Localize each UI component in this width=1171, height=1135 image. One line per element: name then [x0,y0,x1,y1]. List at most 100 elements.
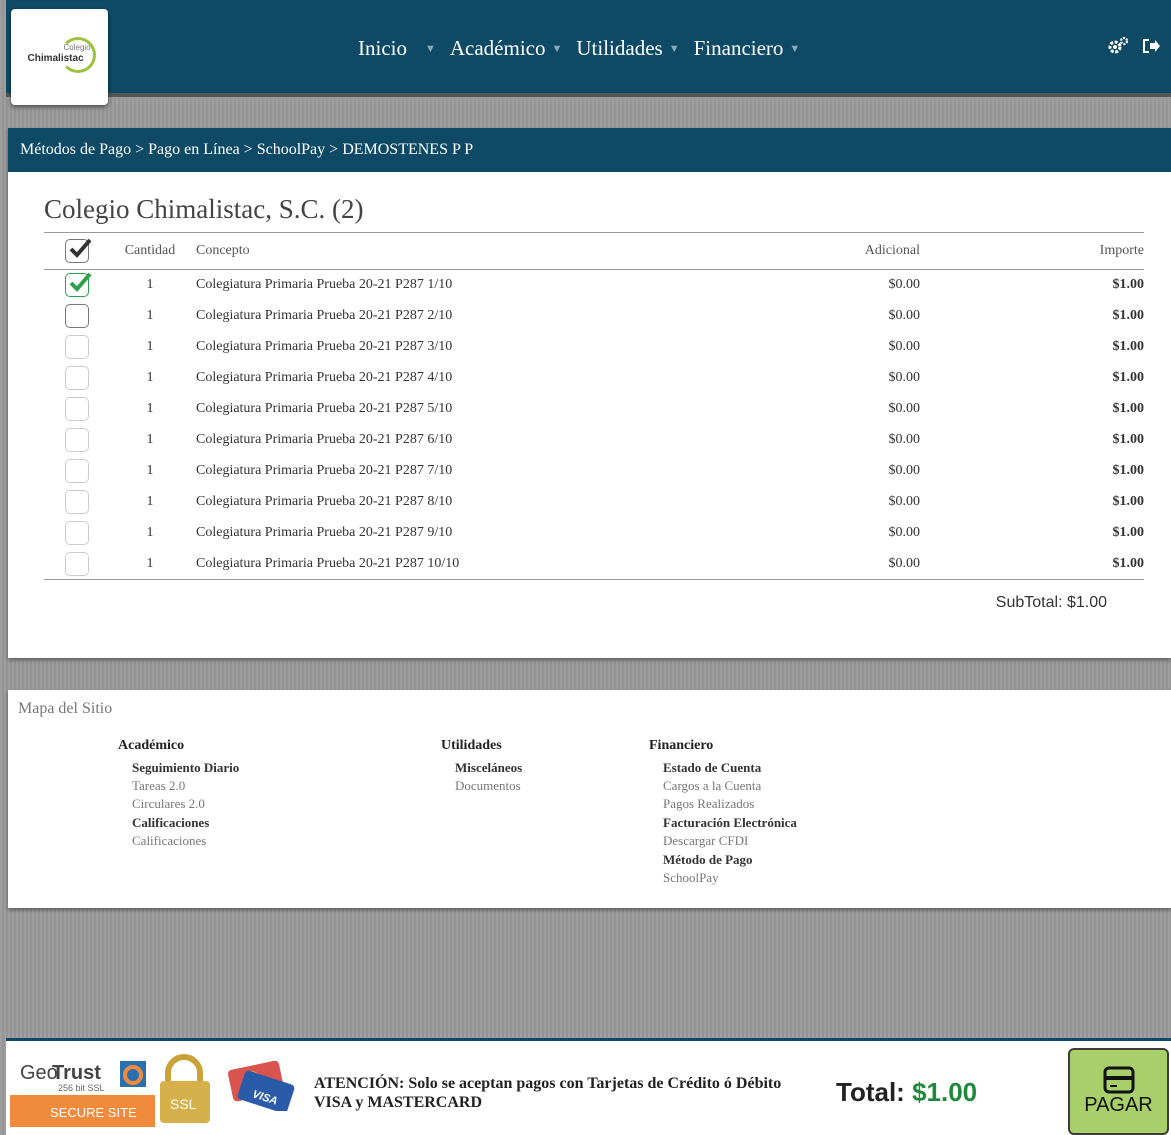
pay-button[interactable]: PAGAR [1068,1048,1169,1135]
logo-small-text: Colegio [63,43,91,52]
row-check-cell [44,518,110,549]
geotrust-badge: Geo Trust 256 bit SSL SECURE SITE SSL [10,1051,215,1129]
nav-academico[interactable]: Académico ▼ [450,36,563,61]
top-icons [1107,36,1161,56]
row-checkbox [65,366,89,390]
breadcrumb-item[interactable]: Métodos de Pago [20,141,131,159]
sitemap-heading: Utilidades [441,738,502,753]
table-row[interactable]: 1 Colegiatura Primaria Prueba 20-21 P287 … [44,456,1144,487]
nav-academico-label: Académico [449,36,546,60]
row-checkbox [65,551,89,576]
nav-financiero[interactable]: Financiero ▼ [694,36,801,61]
chevron-down-icon: ▼ [551,42,563,55]
subtotal: SubTotal: $1.00 [995,594,1107,611]
row-amount: $1.00 [1112,370,1145,385]
row-additional: $0.00 [888,308,921,323]
row-amount: $1.00 [1112,401,1145,416]
select-all-checkbox[interactable] [65,238,92,263]
sitemap-col-utilidades: Utilidades Misceláneos Documentos [441,736,522,795]
sitemap-link[interactable]: Descargar CFDI [649,832,797,850]
table-row[interactable]: 1 Colegiatura Primaria Prueba 20-21 P287 … [44,270,1144,301]
top-navbar: Inicio ▼ Académico ▼ Utilidades ▼ Financ… [6,0,1171,97]
row-checkbox [65,397,89,421]
row-additional: $0.00 [888,432,921,447]
breadcrumb-separator: > [135,141,145,158]
row-qty: 1 [146,370,154,385]
row-check-cell [44,487,110,518]
geotrust-trust: Trust [52,1062,101,1084]
table-row[interactable]: 1 Colegiatura Primaria Prueba 20-21 P287 … [44,394,1144,425]
chevron-down-icon: ▼ [789,42,801,55]
row-additional: $0.00 [888,277,921,293]
row-concept: Colegiatura Primaria Prueba 20-21 P287 2… [196,308,453,323]
sitemap-heading: Académico [118,738,185,753]
sitemap-link[interactable]: Calificaciones [118,832,239,850]
chevron-down-icon: ▼ [668,42,680,55]
breadcrumb-item: DEMOSTENES P P [342,141,474,158]
row-additional: $0.00 [774,548,924,580]
row-qty: 1 [146,494,154,509]
row-checkbox[interactable] [65,272,92,298]
breadcrumb-item[interactable]: SchoolPay [257,141,325,159]
sitemap-section: Seguimiento Diario [132,760,240,775]
row-amount: $1.00 [1112,277,1145,293]
sitemap-link[interactable]: Circulares 2.0 [118,795,239,813]
breadcrumb: Métodos de Pago > Pago en Línea > School… [8,128,1171,172]
header-cantidad: Cantidad [110,232,190,270]
table-row[interactable]: 1 Colegiatura Primaria Prueba 20-21 P287 … [44,487,1144,518]
sitemap-section: Método de Pago [663,852,753,867]
table-row[interactable]: 1 Colegiatura Primaria Prueba 20-21 P287 … [44,425,1144,456]
gears-icon[interactable] [1107,36,1129,56]
breadcrumb-item[interactable]: Pago en Línea [148,141,240,159]
row-qty: 1 [146,432,154,447]
site-map: Mapa del Sitio Académico Seguimiento Dia… [8,690,1171,908]
sitemap-col-academico: Académico Seguimiento Diario Tareas 2.0 … [118,736,239,850]
row-qty: 1 [146,401,154,416]
sitemap-col-financiero: Financiero Estado de Cuenta Cargos a la … [649,736,797,887]
table-row[interactable]: 1 Colegiatura Primaria Prueba 20-21 P287 … [44,518,1144,549]
lock-ssl-text: SSL [170,1096,197,1112]
row-concept: Colegiatura Primaria Prueba 20-21 P287 1… [196,277,453,293]
sitemap-link[interactable]: Tareas 2.0 [118,777,239,795]
table-row[interactable]: 1 Colegiatura Primaria Prueba 20-21 P287 … [44,548,1144,580]
row-qty: 1 [146,339,154,354]
row-concept: Colegiatura Primaria Prueba 20-21 P287 8… [196,494,453,509]
sitemap-section: Misceláneos [455,760,523,775]
row-qty: 1 [146,277,154,293]
geotrust-secure-text: SECURE SITE [50,1105,137,1120]
breadcrumb-separator: > [329,141,339,158]
row-check-cell [44,394,110,425]
nav-utilidades-label: Utilidades [576,36,663,60]
payment-footer: Geo Trust 256 bit SSL SECURE SITE SSL VI… [6,1038,1171,1135]
row-amount: $1.00 [1112,494,1145,509]
nav-inicio-label: Inicio [358,36,407,60]
sitemap-link[interactable]: Documentos [441,777,522,795]
row-concept: Colegiatura Primaria Prueba 20-21 P287 9… [196,525,453,540]
logout-icon[interactable] [1141,36,1161,56]
row-checkbox[interactable] [65,304,89,328]
row-amount: $1.00 [1112,525,1145,540]
sitemap-link[interactable]: Cargos a la Cuenta [649,777,797,795]
breadcrumb-separator: > [243,141,253,158]
row-concept: Colegiatura Primaria Prueba 20-21 P287 7… [196,463,453,478]
row-concept: Colegiatura Primaria Prueba 20-21 P287 3… [196,339,453,354]
table-row[interactable]: 1 Colegiatura Primaria Prueba 20-21 P287 … [44,301,1144,332]
sitemap-link[interactable]: SchoolPay [649,869,797,887]
row-concept: Colegiatura Primaria Prueba 20-21 P287 6… [196,432,453,447]
table-row[interactable]: 1 Colegiatura Primaria Prueba 20-21 P287 … [44,332,1144,363]
credit-cards-icon: VISA [226,1060,296,1114]
table-row[interactable]: 1 Colegiatura Primaria Prueba 20-21 P287 … [44,363,1144,394]
total-value: $1.00 [912,1077,978,1107]
sitemap-section: Facturación Electrónica [663,815,797,830]
row-checkbox [65,428,89,452]
row-check-cell [44,301,110,332]
row-checkbox [65,335,89,359]
nav-utilidades[interactable]: Utilidades ▼ [576,36,679,61]
nav-inicio[interactable]: Inicio ▼ [358,36,436,61]
row-check-cell [44,332,110,363]
school-logo[interactable]: Colegio Chimalistac [11,9,108,105]
row-check-cell [44,270,110,301]
sitemap-link[interactable]: Pagos Realizados [649,795,797,813]
row-qty: 1 [146,463,154,478]
row-qty: 1 [110,548,190,580]
